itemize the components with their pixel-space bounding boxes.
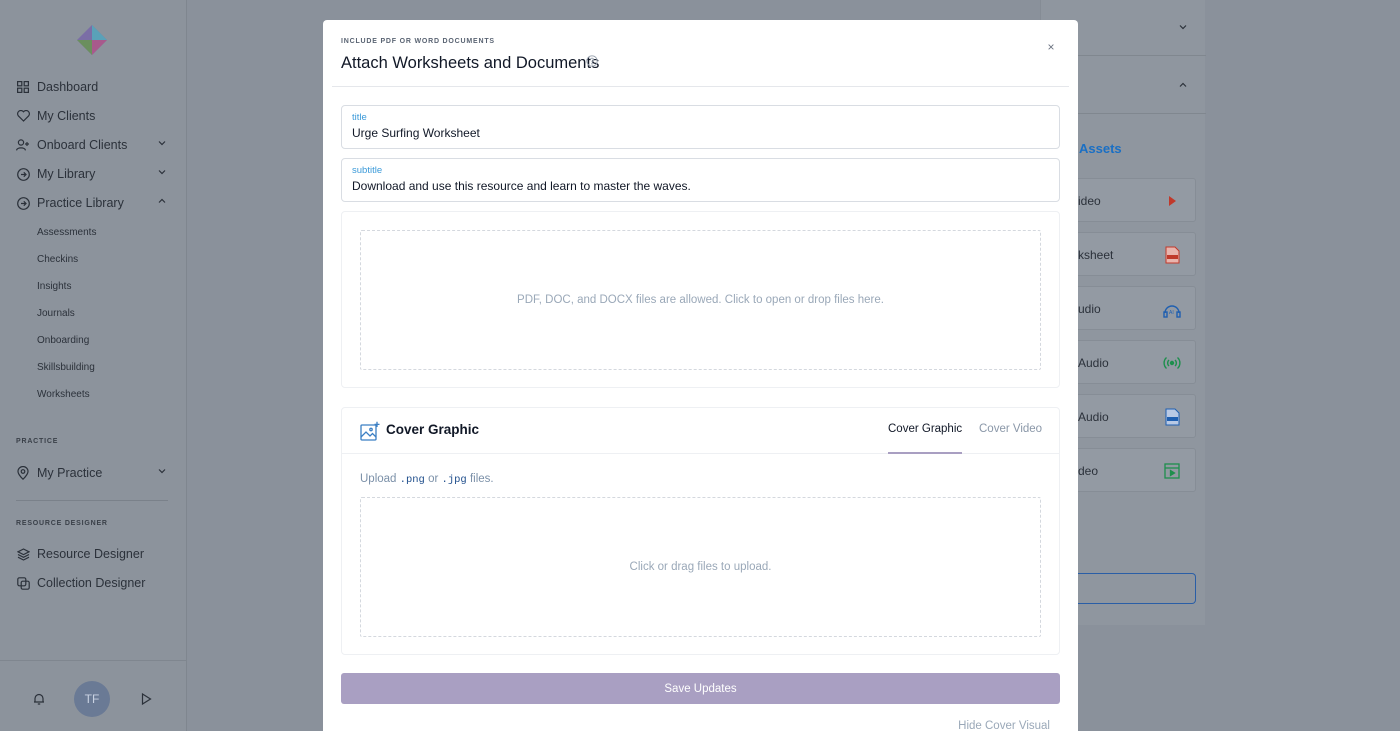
avatar[interactable]: TF bbox=[74, 681, 110, 717]
assets-title: Assets bbox=[1079, 141, 1122, 156]
location-pin-icon bbox=[16, 466, 30, 480]
upload-hint-suffix: files. bbox=[469, 473, 494, 485]
nav-collection-designer[interactable]: Collection Designer bbox=[16, 572, 171, 594]
section-label-resource-designer: RESOURCE DESIGNER bbox=[16, 520, 108, 527]
svg-text:AI: AI bbox=[1169, 310, 1174, 316]
document-dropzone[interactable]: PDF, DOC, and DOCX files are allowed. Cl… bbox=[360, 230, 1041, 370]
nav-onboard-clients-label: Onboard Clients bbox=[37, 138, 128, 152]
chevron-down-icon[interactable] bbox=[157, 167, 167, 177]
nav-practice-library-label: Practice Library bbox=[37, 196, 124, 210]
nav-my-clients[interactable]: My Clients bbox=[16, 105, 171, 127]
nav-dashboard[interactable]: Dashboard bbox=[16, 76, 171, 98]
nav-my-clients-label: My Clients bbox=[37, 109, 96, 123]
upload-hint: Upload .png or .jpg files. bbox=[360, 473, 494, 486]
sidebar: Dashboard My Clients Onboard Clients My … bbox=[0, 0, 187, 731]
tab-cover-graphic[interactable]: Cover Graphic bbox=[888, 423, 963, 454]
document-dropzone-text: PDF, DOC, and DOCX files are allowed. Cl… bbox=[517, 294, 884, 306]
user-plus-icon bbox=[16, 138, 30, 152]
tab-cover-video[interactable]: Cover Video bbox=[979, 423, 1042, 454]
bell-icon[interactable] bbox=[32, 692, 46, 706]
sub-item-checkins[interactable]: Checkins bbox=[37, 254, 78, 265]
cover-visual-card: Cover Graphic Cover Graphic Cover Video … bbox=[341, 407, 1060, 655]
play-icon bbox=[1169, 196, 1176, 206]
copy-icon bbox=[16, 576, 30, 590]
nav-my-practice[interactable]: My Practice bbox=[16, 462, 171, 484]
sub-item-onboarding[interactable]: Onboarding bbox=[37, 335, 89, 346]
upload-hint-or: or bbox=[428, 473, 439, 485]
asset-card-label: Audio bbox=[1078, 356, 1109, 370]
nav-onboard-clients[interactable]: Onboard Clients bbox=[16, 134, 171, 156]
chevron-down-icon[interactable] bbox=[1178, 22, 1188, 32]
sub-item-journals[interactable]: Journals bbox=[37, 308, 75, 319]
modal-title: Attach Worksheets and Documents bbox=[341, 54, 600, 72]
upload-ext-jpg: .jpg bbox=[441, 474, 467, 486]
attach-documents-modal: INCLUDE PDF OR WORD DOCUMENTS Attach Wor… bbox=[323, 20, 1078, 731]
layers-icon bbox=[16, 547, 30, 561]
modal-eyebrow: INCLUDE PDF OR WORD DOCUMENTS bbox=[341, 38, 495, 45]
heart-icon bbox=[16, 109, 30, 123]
help-circle-icon[interactable] bbox=[586, 55, 598, 67]
document-upload-card: PDF, DOC, and DOCX files are allowed. Cl… bbox=[341, 211, 1060, 388]
subtitle-field[interactable]: subtitle bbox=[341, 158, 1060, 202]
upload-ext-png: .png bbox=[399, 474, 425, 486]
pdf-icon bbox=[1165, 246, 1180, 264]
asset-card-label: ksheet bbox=[1078, 248, 1114, 262]
sub-item-insights[interactable]: Insights bbox=[37, 281, 71, 292]
chevron-down-icon[interactable] bbox=[157, 466, 167, 476]
sidebar-footer: TF bbox=[0, 660, 187, 731]
title-input[interactable] bbox=[352, 126, 1042, 140]
broadcast-icon bbox=[1163, 356, 1181, 370]
hide-cover-visual-link[interactable]: Hide Cover Visual bbox=[958, 720, 1050, 731]
section-label-practice: PRACTICE bbox=[16, 438, 59, 445]
video-file-icon bbox=[1164, 463, 1180, 479]
audio-file-icon bbox=[1165, 408, 1180, 426]
ai-audio-icon: AI bbox=[1163, 305, 1181, 318]
sub-item-assessments[interactable]: Assessments bbox=[37, 227, 96, 238]
nav-resource-designer[interactable]: Resource Designer bbox=[16, 543, 171, 565]
cover-graphic-title: Cover Graphic bbox=[386, 422, 480, 437]
nav-my-library[interactable]: My Library bbox=[16, 163, 171, 185]
cover-header: Cover Graphic Cover Graphic Cover Video bbox=[342, 408, 1059, 454]
subtitle-field-label: subtitle bbox=[352, 165, 383, 176]
sub-item-worksheets[interactable]: Worksheets bbox=[37, 389, 90, 400]
close-button[interactable]: × bbox=[1044, 40, 1058, 54]
asset-card-label: Audio bbox=[1078, 410, 1109, 424]
circle-arrow-icon bbox=[16, 196, 30, 210]
subtitle-input[interactable] bbox=[352, 179, 1042, 193]
asset-card-label: udio bbox=[1078, 302, 1101, 316]
nav-dashboard-label: Dashboard bbox=[37, 80, 99, 94]
title-field-label: title bbox=[352, 112, 367, 123]
modal-divider bbox=[332, 86, 1069, 87]
play-outline-icon[interactable] bbox=[139, 692, 153, 706]
chevron-up-icon[interactable] bbox=[1178, 80, 1188, 90]
upload-hint-prefix: Upload bbox=[360, 473, 397, 485]
sidebar-divider bbox=[16, 500, 168, 501]
cover-dropzone[interactable]: Click or drag files to upload. bbox=[360, 497, 1041, 637]
chevron-up-icon[interactable] bbox=[157, 196, 167, 206]
nav-practice-library[interactable]: Practice Library bbox=[16, 192, 171, 214]
save-updates-button[interactable]: Save Updates bbox=[341, 673, 1060, 704]
title-field[interactable]: title bbox=[341, 105, 1060, 149]
cover-dropzone-text: Click or drag files to upload. bbox=[629, 561, 772, 573]
nav-resource-designer-label: Resource Designer bbox=[37, 547, 144, 561]
chevron-down-icon[interactable] bbox=[157, 138, 167, 148]
circle-arrow-icon bbox=[16, 167, 30, 181]
image-add-icon bbox=[360, 421, 380, 441]
nav-my-practice-label: My Practice bbox=[37, 466, 103, 480]
grid-icon bbox=[16, 80, 30, 94]
app-logo-icon[interactable] bbox=[77, 25, 107, 55]
nav-collection-designer-label: Collection Designer bbox=[37, 576, 146, 590]
sub-item-skillsbuilding[interactable]: Skillsbuilding bbox=[37, 362, 95, 373]
nav-my-library-label: My Library bbox=[37, 167, 96, 181]
asset-card-label: ideo bbox=[1078, 194, 1101, 208]
asset-card-label: deo bbox=[1078, 464, 1099, 478]
